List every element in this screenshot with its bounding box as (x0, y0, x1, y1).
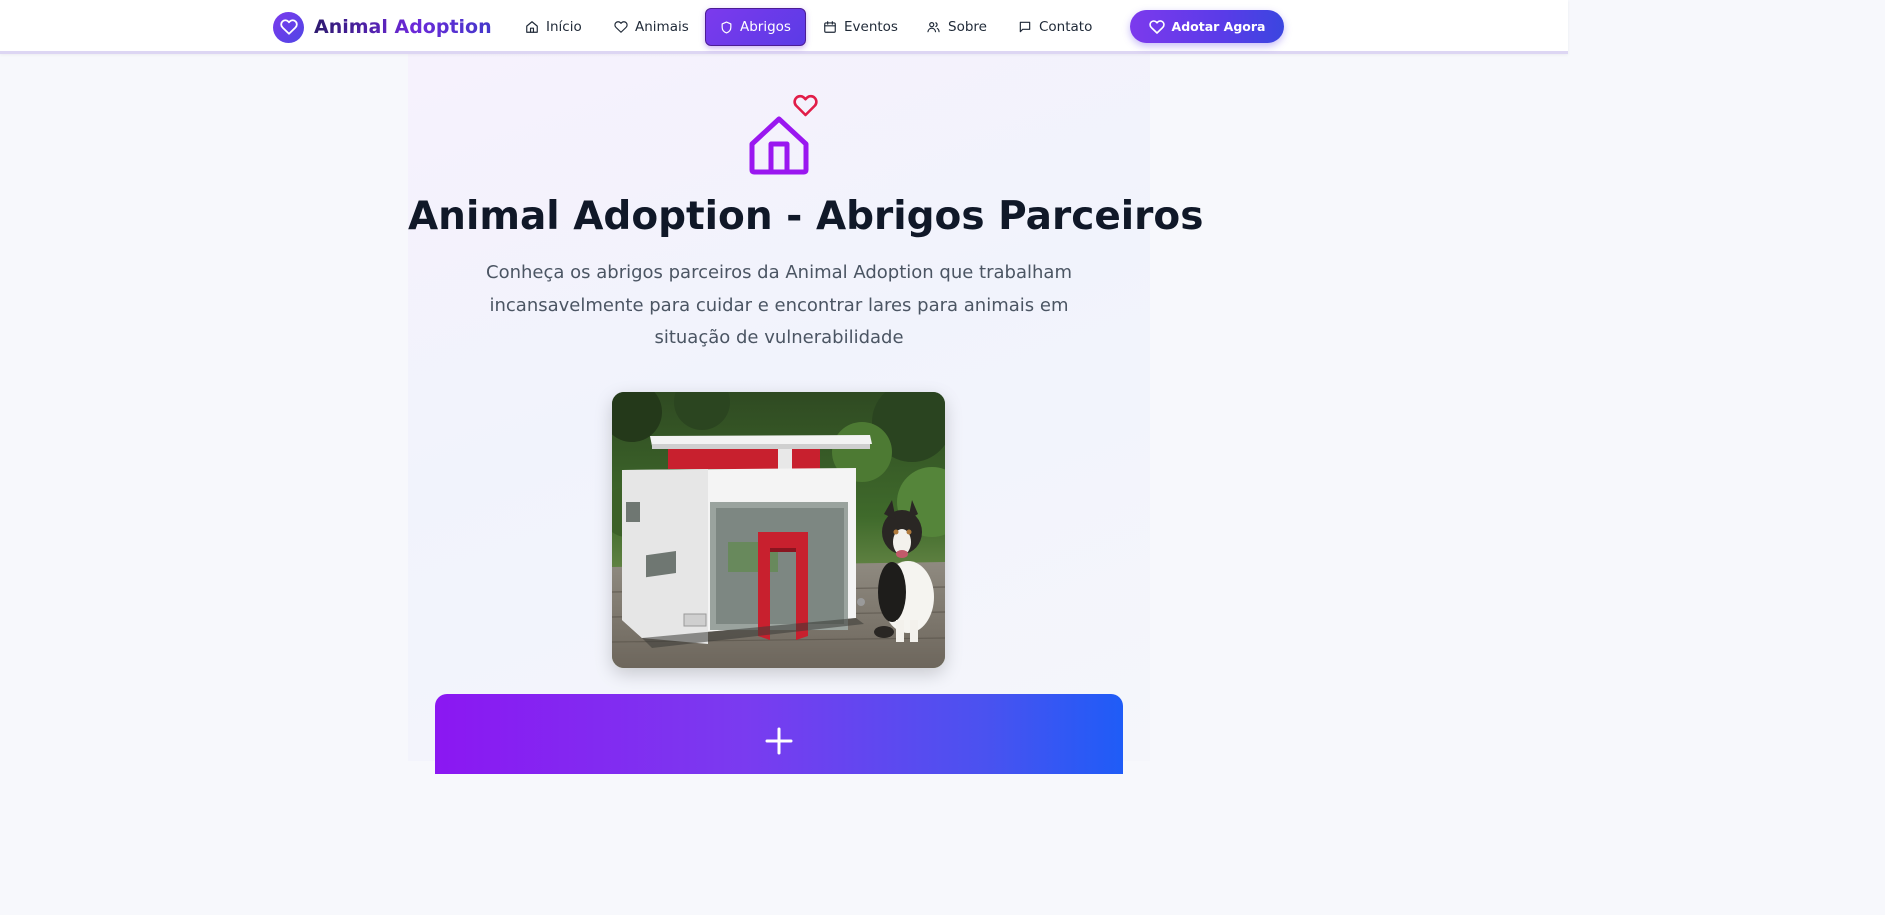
heart-icon (1148, 19, 1165, 34)
shield-icon (721, 20, 732, 34)
nav-item-abrigos[interactable]: Abrigos (705, 8, 806, 46)
brand-logo[interactable]: Animal Adoption (273, 11, 492, 43)
nav-item-label: Abrigos (740, 19, 791, 35)
nav-item-sobre[interactable]: Sobre (926, 8, 987, 46)
nav-item-inicio[interactable]: Início (525, 8, 582, 46)
nav-item-label: Início (546, 19, 582, 35)
shelter-photo (612, 392, 945, 668)
message-icon (1019, 21, 1031, 33)
adopt-now-button[interactable]: Adotar Agora (1130, 10, 1284, 43)
add-shelter-banner[interactable] (435, 694, 1123, 774)
brand-heart-icon (273, 11, 304, 43)
nav-item-contato[interactable]: Contato (1018, 8, 1092, 46)
nav-item-eventos[interactable]: Eventos (823, 8, 898, 46)
nav-item-label: Eventos (844, 19, 898, 35)
heart-icon (614, 21, 628, 33)
plus-icon (765, 727, 793, 759)
page-subtitle: Conheça os abrigos parceiros da Animal A… (486, 262, 1072, 348)
nav-item-animais[interactable]: Animais (614, 8, 689, 46)
nav-item-label: Animais (635, 19, 689, 35)
home-icon (526, 21, 538, 33)
top-navbar: Animal Adoption Início Animais Abrigos E… (0, 0, 1568, 54)
calendar-icon (824, 21, 836, 33)
adopt-now-label: Adotar Agora (1171, 19, 1266, 34)
users-icon (927, 22, 940, 33)
main-content: Animal Adoption - Abrigos Parceiros Conh… (408, 54, 1204, 774)
house-heart-icon (748, 94, 820, 180)
nav-item-label: Sobre (948, 19, 987, 35)
nav-item-label: Contato (1039, 19, 1093, 35)
brand-name: Animal Adoption (314, 16, 492, 38)
page-title: Animal Adoption - Abrigos Parceiros (408, 194, 1204, 239)
